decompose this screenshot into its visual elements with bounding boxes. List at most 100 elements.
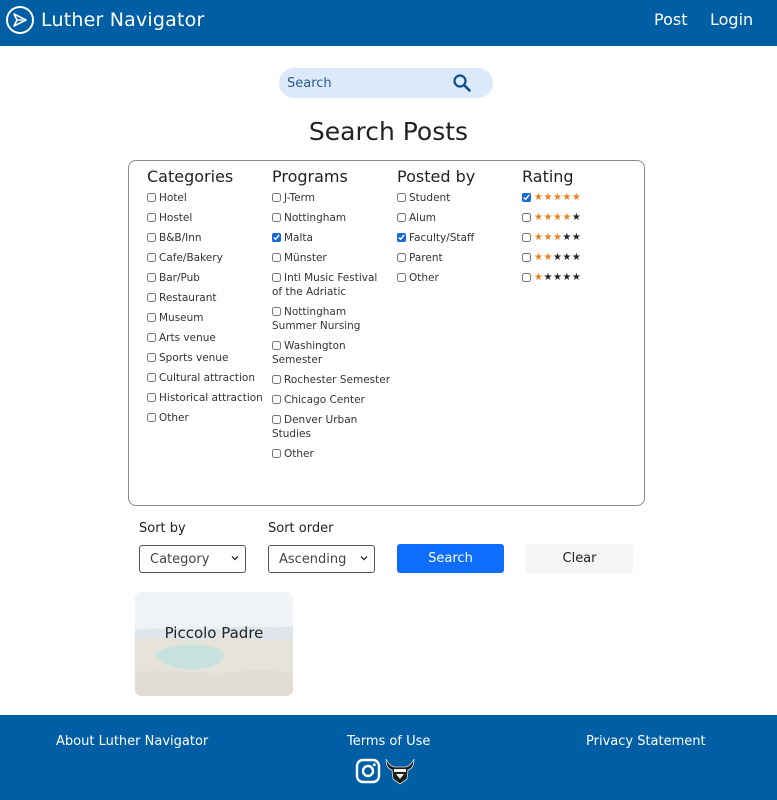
- category-option-other[interactable]: Other: [147, 411, 265, 425]
- posted-by-option-student[interactable]: Student: [397, 191, 515, 205]
- search-button[interactable]: Search: [397, 544, 504, 573]
- posted-by-option-other[interactable]: Other: [397, 271, 515, 285]
- program-checkbox-other[interactable]: [272, 449, 281, 458]
- rating-option-1-star[interactable]: ★★★★★: [522, 271, 632, 285]
- brand-home-link[interactable]: Luther Navigator: [6, 6, 205, 34]
- star-filled-icon: ★: [543, 252, 553, 263]
- posted-by-label: Other: [409, 272, 439, 284]
- program-checkbox-chicago-center[interactable]: [272, 395, 281, 404]
- rating-checkbox-5-stars[interactable]: [522, 193, 531, 202]
- category-checkbox-museum[interactable]: [147, 313, 156, 322]
- category-checkbox-bar-pub[interactable]: [147, 273, 156, 282]
- program-checkbox-j-term[interactable]: [272, 193, 281, 202]
- sort-order-select[interactable]: Ascending: [268, 545, 375, 573]
- category-checkbox-arts-venue[interactable]: [147, 333, 156, 342]
- posted-by-checkbox-faculty-staff[interactable]: [397, 233, 406, 242]
- program-label: Malta: [284, 232, 313, 244]
- category-option-historical-attraction[interactable]: Historical attraction: [147, 391, 265, 405]
- posted-by-option-alum[interactable]: Alum: [397, 211, 515, 225]
- category-checkbox-hotel[interactable]: [147, 193, 156, 202]
- star-filled-icon: ★: [543, 212, 553, 223]
- norse-mascot-logo[interactable]: [383, 755, 417, 785]
- program-option-munster[interactable]: Münster: [272, 251, 390, 265]
- category-option-museum[interactable]: Museum: [147, 311, 265, 325]
- program-checkbox-intl-music-festival[interactable]: [272, 273, 281, 282]
- rating-checkbox-2-stars[interactable]: [522, 253, 531, 262]
- posted-by-option-faculty-staff[interactable]: Faculty/Staff: [397, 231, 515, 245]
- category-option-arts-venue[interactable]: Arts venue: [147, 331, 265, 345]
- category-checkbox-hostel[interactable]: [147, 213, 156, 222]
- posted-by-checkbox-alum[interactable]: [397, 213, 406, 222]
- footer-privacy-link[interactable]: Privacy Statement: [586, 734, 706, 749]
- program-option-rochester-semester[interactable]: Rochester Semester: [272, 373, 390, 387]
- star-rating-icon: ★★★★★: [534, 231, 581, 245]
- category-option-bnb-inn[interactable]: B&B/Inn: [147, 231, 265, 245]
- star-empty-icon: ★: [562, 232, 572, 243]
- program-checkbox-munster[interactable]: [272, 253, 281, 262]
- program-checkbox-nottingham-summer-nursing[interactable]: [272, 307, 281, 316]
- category-label: Hostel: [159, 212, 193, 224]
- posted-by-option-parent[interactable]: Parent: [397, 251, 515, 265]
- category-option-sports-venue[interactable]: Sports venue: [147, 351, 265, 365]
- rating-checkbox-4-stars[interactable]: [522, 213, 531, 222]
- footer-about-link[interactable]: About Luther Navigator: [56, 734, 208, 749]
- search-input[interactable]: [287, 72, 447, 94]
- program-label: Intl Music Festival of the Adriatic: [272, 272, 378, 298]
- program-option-intl-music-festival[interactable]: Intl Music Festival of the Adriatic: [272, 271, 390, 299]
- rating-option-5-stars[interactable]: ★★★★★: [522, 191, 632, 205]
- filter-panel: Categories Hotel Hostel B&B/Inn Cafe/Bak…: [128, 160, 645, 506]
- program-option-other[interactable]: Other: [272, 447, 390, 461]
- instagram-icon[interactable]: [354, 757, 382, 785]
- program-label: Other: [284, 448, 314, 460]
- rating-filter-group: Rating ★★★★★ ★★★★★ ★★★★★ ★★★★★ ★★★★★: [522, 167, 632, 291]
- star-filled-icon: ★: [562, 192, 572, 203]
- rating-option-4-stars[interactable]: ★★★★★: [522, 211, 632, 225]
- program-option-denver-urban-studies[interactable]: Denver Urban Studies: [272, 413, 390, 441]
- program-checkbox-washington-semester[interactable]: [272, 341, 281, 350]
- category-option-cultural-attraction[interactable]: Cultural attraction: [147, 371, 265, 385]
- star-empty-icon: ★: [571, 252, 582, 263]
- program-checkbox-rochester-semester[interactable]: [272, 375, 281, 384]
- category-checkbox-restaurant[interactable]: [147, 293, 156, 302]
- rating-option-2-stars[interactable]: ★★★★★: [522, 251, 632, 265]
- nav-login-link[interactable]: Login: [710, 10, 753, 29]
- rating-option-3-stars[interactable]: ★★★★★: [522, 231, 632, 245]
- footer-terms-link[interactable]: Terms of Use: [347, 734, 430, 749]
- posted-by-label: Parent: [409, 252, 443, 264]
- programs-heading: Programs: [272, 167, 348, 186]
- program-option-washington-semester[interactable]: Washington Semester: [272, 339, 390, 367]
- category-checkbox-bnb-inn[interactable]: [147, 233, 156, 242]
- category-option-restaurant[interactable]: Restaurant: [147, 291, 265, 305]
- program-checkbox-malta[interactable]: [272, 233, 281, 242]
- category-label: Historical attraction: [159, 392, 263, 404]
- program-checkbox-nottingham[interactable]: [272, 213, 281, 222]
- category-option-bar-pub[interactable]: Bar/Pub: [147, 271, 265, 285]
- clear-button[interactable]: Clear: [526, 544, 633, 573]
- rating-checkbox-1-star[interactable]: [522, 273, 531, 282]
- category-checkbox-sports-venue[interactable]: [147, 353, 156, 362]
- category-option-hotel[interactable]: Hotel: [147, 191, 265, 205]
- program-option-j-term[interactable]: J-Term: [272, 191, 390, 205]
- program-option-chicago-center[interactable]: Chicago Center: [272, 393, 390, 407]
- category-checkbox-cafe-bakery[interactable]: [147, 253, 156, 262]
- rating-checkbox-3-stars[interactable]: [522, 233, 531, 242]
- category-label: Other: [159, 412, 189, 424]
- category-option-hostel[interactable]: Hostel: [147, 211, 265, 225]
- program-option-nottingham-summer-nursing[interactable]: Nottingham Summer Nursing: [272, 305, 390, 333]
- posted-by-checkbox-other[interactable]: [397, 273, 406, 282]
- sort-by-select[interactable]: Category: [139, 545, 246, 573]
- program-checkbox-denver-urban-studies[interactable]: [272, 415, 281, 424]
- program-option-nottingham[interactable]: Nottingham: [272, 211, 390, 225]
- category-checkbox-other[interactable]: [147, 413, 156, 422]
- category-checkbox-historical-attraction[interactable]: [147, 393, 156, 402]
- category-option-cafe-bakery[interactable]: Cafe/Bakery: [147, 251, 265, 265]
- post-card[interactable]: Piccolo Padre: [135, 592, 293, 696]
- program-option-malta[interactable]: Malta: [272, 231, 390, 245]
- star-rating-icon: ★★★★★: [534, 191, 581, 205]
- category-checkbox-cultural-attraction[interactable]: [147, 373, 156, 382]
- search-icon[interactable]: [452, 73, 472, 93]
- nav-post-link[interactable]: Post: [654, 10, 687, 29]
- posted-by-checkbox-student[interactable]: [397, 193, 406, 202]
- posted-by-checkbox-parent[interactable]: [397, 253, 406, 262]
- sort-order-label: Sort order: [268, 521, 334, 536]
